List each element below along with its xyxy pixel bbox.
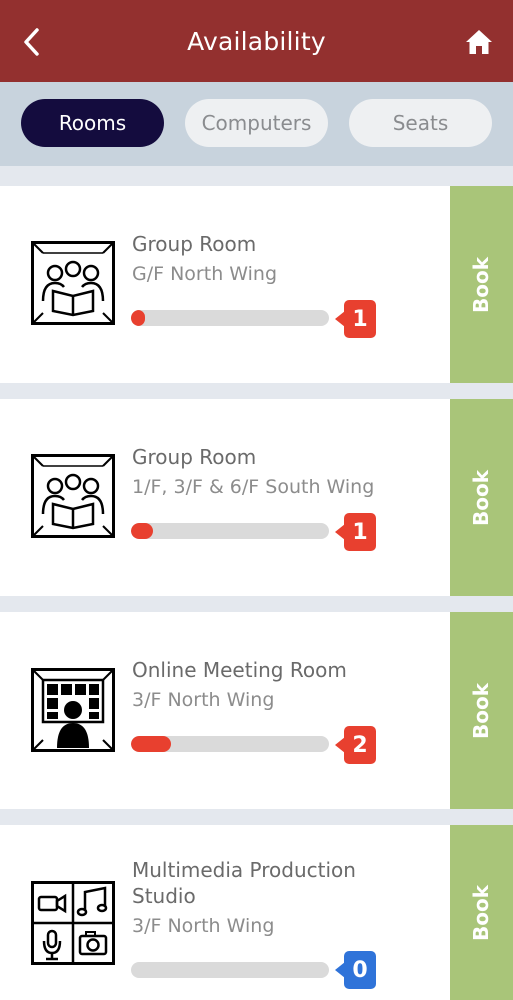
room-name: Online Meeting Room: [132, 658, 347, 682]
category-tabs: Rooms Computers Seats: [0, 82, 513, 166]
room-card: Online Meeting Room 3/F North Wing 2 Boo…: [0, 612, 513, 809]
book-button[interactable]: Book: [450, 612, 513, 809]
home-button[interactable]: [459, 22, 499, 62]
tab-seats[interactable]: Seats: [349, 99, 492, 147]
room-location: 1/F, 3/F & 6/F South Wing: [132, 476, 375, 498]
chevron-left-icon: [24, 28, 39, 56]
room-card: Group Room G/F North Wing 1 Book: [0, 186, 513, 383]
room-name: Multimedia Production Studio: [132, 858, 356, 908]
availability-count-badge: 2: [335, 726, 376, 764]
group-study-icon: [31, 454, 115, 538]
back-button[interactable]: [14, 22, 50, 62]
group-study-icon: [31, 241, 115, 325]
room-name: Group Room: [132, 232, 257, 256]
availability-count-badge: 0: [335, 951, 376, 989]
availability-bar: [131, 310, 329, 326]
room-card: Multimedia Production Studio 3/F North W…: [0, 825, 513, 1000]
availability-count-badge: 1: [335, 513, 376, 551]
availability-bar-fill: [131, 523, 153, 539]
app-header: Availability: [0, 0, 513, 82]
availability-bar: [131, 523, 329, 539]
home-icon: [466, 30, 492, 54]
tab-computers[interactable]: Computers: [185, 99, 328, 147]
book-button[interactable]: Book: [450, 186, 513, 383]
book-button[interactable]: Book: [450, 825, 513, 1000]
tab-rooms[interactable]: Rooms: [21, 99, 164, 147]
video-conference-icon: [31, 668, 115, 752]
book-button[interactable]: Book: [450, 399, 513, 596]
multimedia-studio-icon: [31, 881, 115, 965]
room-location: 3/F North Wing: [132, 915, 275, 937]
book-label: Book: [469, 884, 494, 941]
availability-bar: [131, 962, 329, 978]
book-label: Book: [469, 469, 494, 526]
room-card: Group Room 1/F, 3/F & 6/F South Wing 1 B…: [0, 399, 513, 596]
room-location: G/F North Wing: [132, 263, 278, 285]
availability-bar-fill: [131, 310, 145, 326]
availability-count-badge: 1: [335, 300, 376, 338]
availability-bar: [131, 736, 329, 752]
book-label: Book: [469, 682, 494, 739]
room-location: 3/F North Wing: [132, 689, 275, 711]
room-name: Group Room: [132, 445, 257, 469]
availability-bar-fill: [131, 736, 171, 752]
book-label: Book: [469, 256, 494, 313]
page-title: Availability: [187, 26, 326, 56]
